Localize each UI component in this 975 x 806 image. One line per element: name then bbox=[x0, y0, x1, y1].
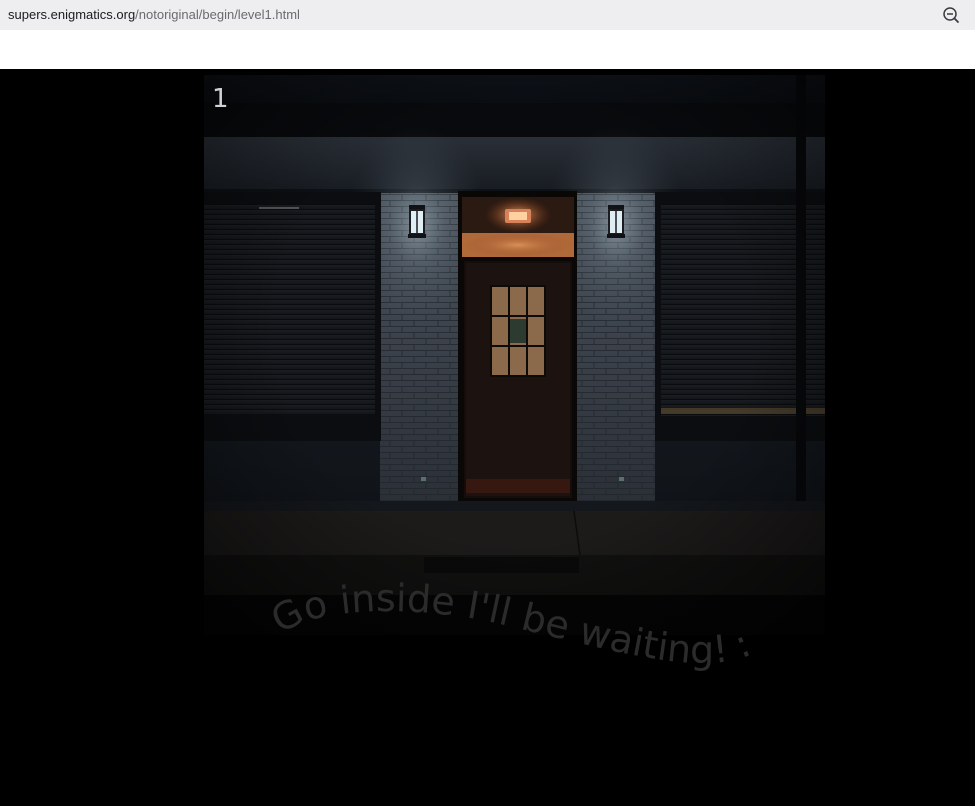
url-path: /notoriginal/begin/level1.html bbox=[135, 7, 300, 22]
page-top-strip bbox=[0, 30, 975, 69]
zoom-out-button[interactable] bbox=[940, 5, 962, 25]
level-number: 1 bbox=[212, 84, 229, 114]
url-domain: supers.enigmatics.org bbox=[8, 7, 136, 22]
house-night-image: 1 bbox=[204, 75, 825, 635]
level-page: 1 Go inside I'll be waiting! :) bbox=[0, 69, 975, 806]
address-bar[interactable]: supers.enigmatics.org/notoriginal/begin/… bbox=[0, 0, 975, 30]
url-text[interactable]: supers.enigmatics.org/notoriginal/begin/… bbox=[8, 7, 300, 23]
zoom-out-icon bbox=[943, 7, 959, 23]
